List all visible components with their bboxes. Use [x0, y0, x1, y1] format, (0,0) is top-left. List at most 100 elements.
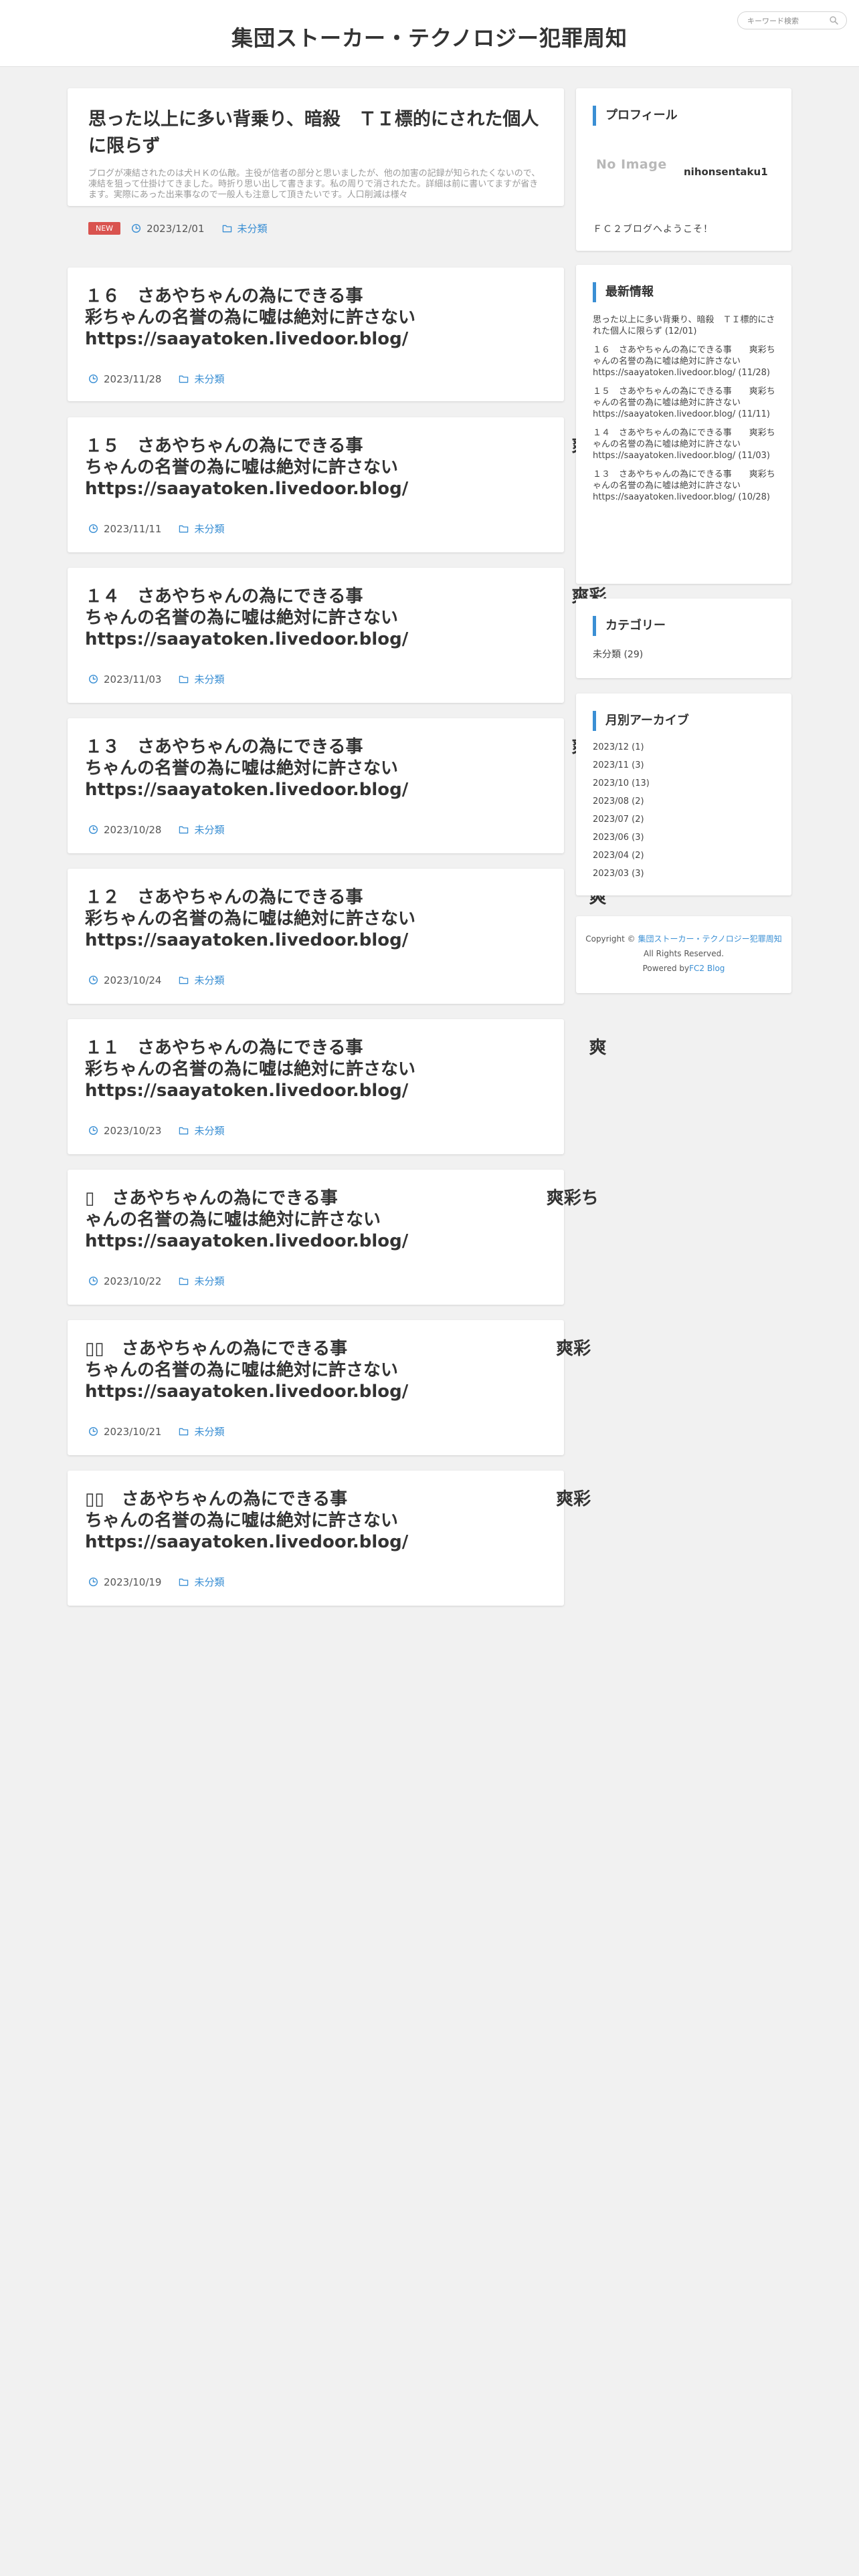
post-title[interactable]: １６ さあやちゃんの為にできる事 爽 彩ちゃんの名誉の為に嘘は絶対に許さない h… [85, 286, 606, 350]
post-date: 2023/10/23 [104, 1124, 162, 1137]
folder-icon [179, 525, 189, 533]
folder-icon [179, 826, 189, 834]
post-date: 2023/10/19 [104, 1576, 162, 1588]
archive-link[interactable]: 2023/03 (3) [593, 869, 650, 887]
post-card: １４ さあやちゃんの為にできる事 爽彩 ちゃんの名誉の為に嘘は絶対に許さない h… [68, 568, 606, 703]
folder-icon [179, 976, 189, 984]
archive-link[interactable]: 2023/10 (13) [593, 778, 650, 796]
post-title[interactable]: １２ さあやちゃんの為にできる事 爽 彩ちゃんの名誉の為に嘘は絶対に許さない h… [85, 887, 606, 951]
post-card: １１ さあやちゃんの為にできる事 爽 彩ちゃんの名誉の為に嘘は絶対に許さない h… [68, 1019, 606, 1154]
profile-widget: プロフィール No Image nihonsentaku1 ＦＣ２ブログへようこ… [576, 88, 791, 251]
archive-link[interactable]: 2023/06 (3) [593, 833, 650, 851]
copyright-line: Copyright © 集団ストーカー・テクノロジー犯罪周知 [576, 932, 791, 946]
archive-link[interactable]: 2023/11 (3) [593, 760, 650, 778]
category-link[interactable]: 未分類 (29) [593, 647, 643, 661]
clock-icon [88, 374, 98, 384]
post-title[interactable]: ▯▯ さあやちゃんの為にできる事 爽彩 ちゃんの名誉の為に嘘は絶対に許さない h… [85, 1489, 591, 1553]
post-category-link[interactable]: 未分類 [194, 973, 224, 987]
post-card: １２ さあやちゃんの為にできる事 爽 彩ちゃんの名誉の為に嘘は絶対に許さない h… [68, 869, 606, 1004]
post-date: 2023/11/11 [104, 522, 162, 535]
post-category-link[interactable]: 未分類 [194, 1424, 224, 1438]
site-home-link[interactable]: 集団ストーカー・テクノロジー犯罪周知 [638, 934, 781, 944]
post-category-link[interactable]: 未分類 [194, 1575, 224, 1589]
profile-avatar: No Image [596, 157, 670, 191]
recent-post-link[interactable]: １５ さあやちゃんの為にできる事 爽彩ちゃんの名誉の為に嘘は絶対に許さないhtt… [593, 386, 777, 420]
clock-icon [88, 674, 98, 684]
post-category-link[interactable]: 未分類 [194, 1274, 224, 1288]
clock-icon [88, 1426, 98, 1436]
categories-widget: カテゴリー 未分類 (29) [576, 599, 791, 678]
post-category-link[interactable]: 未分類 [237, 221, 268, 235]
post-category-link[interactable]: 未分類 [194, 522, 224, 536]
recent-post-link[interactable]: １３ さあやちゃんの為にできる事 爽彩ちゃんの名誉の為に嘘は絶対に許さないhtt… [593, 469, 777, 503]
new-badge: NEW [88, 222, 121, 235]
search-box[interactable] [737, 11, 847, 29]
post-card: ▯ さあやちゃんの為にできる事 爽彩ち ゃんの名誉の為に嘘は絶対に許さない ht… [68, 1170, 599, 1305]
site-header: 集団ストーカー・テクノロジー犯罪周知 [0, 0, 859, 67]
post-date: 2023/10/22 [104, 1275, 162, 1287]
folder-icon [179, 1578, 189, 1586]
profile-heading: プロフィール [593, 106, 678, 126]
post-title[interactable]: ▯ さあやちゃんの為にできる事 爽彩ち ゃんの名誉の為に嘘は絶対に許さない ht… [85, 1188, 599, 1252]
recent-post-link[interactable]: 思った以上に多い背乗り、暗殺 ＴＩ標的にされた個人に限らず (12/01) [593, 314, 777, 337]
post-meta: NEW 2023/12/01 未分類 [88, 221, 268, 235]
archive-link[interactable]: 2023/04 (2) [593, 851, 650, 869]
rights-text: All Rights Reserved. [643, 949, 725, 958]
post-title[interactable]: １３ さあやちゃんの為にできる事 爽彩 ちゃんの名誉の為に嘘は絶対に許さない h… [85, 736, 606, 800]
no-image-placeholder: No Image [596, 157, 667, 172]
post-title[interactable]: １５ さあやちゃんの為にできる事 爽彩 ちゃんの名誉の為に嘘は絶対に許さない h… [85, 435, 606, 500]
post-date: 2023/10/21 [104, 1425, 162, 1438]
post-meta: 2023/10/22 未分類 [88, 1274, 224, 1288]
fc2-blog-link[interactable]: FC2 Blog [689, 964, 725, 973]
post-title[interactable]: １４ さあやちゃんの為にできる事 爽彩 ちゃんの名誉の為に嘘は絶対に許さない h… [85, 586, 606, 650]
post-meta: 2023/11/11 未分類 [88, 522, 224, 536]
post-title[interactable]: ▯▯ さあやちゃんの為にできる事 爽彩 ちゃんの名誉の為に嘘は絶対に許さない h… [85, 1338, 591, 1402]
post-meta: 2023/10/19 未分類 [88, 1575, 224, 1589]
recent-posts-widget: 最新情報 思った以上に多い背乗り、暗殺 ＴＩ標的にされた個人に限らず (12/0… [576, 265, 791, 584]
powered-line: Powered byFC2 Blog [576, 961, 791, 976]
post-card: １５ さあやちゃんの為にできる事 爽彩 ちゃんの名誉の為に嘘は絶対に許さない h… [68, 417, 606, 552]
post-card: ▯▯ さあやちゃんの為にできる事 爽彩 ちゃんの名誉の為に嘘は絶対に許さない h… [68, 1471, 591, 1606]
post-meta: 2023/11/28 未分類 [88, 372, 224, 386]
post-date: 2023/10/24 [104, 974, 162, 986]
post-title[interactable]: １１ さあやちゃんの為にできる事 爽 彩ちゃんの名誉の為に嘘は絶対に許さない h… [85, 1037, 606, 1101]
clock-icon [88, 1276, 98, 1286]
post-category-link[interactable]: 未分類 [194, 1123, 224, 1138]
archive-link[interactable]: 2023/12 (1) [593, 742, 650, 760]
recent-post-link[interactable]: １６ さあやちゃんの為にできる事 爽彩ちゃんの名誉の為に嘘は絶対に許さないhtt… [593, 344, 777, 379]
archives-widget: 月別アーカイブ 2023/12 (1) 2023/11 (3) 2023/10 … [576, 693, 791, 895]
folder-icon [179, 1127, 189, 1135]
clock-icon [88, 1577, 98, 1587]
featured-post-title[interactable]: 思った以上に多い背乗り、暗殺 ＴＩ標的にされた個人に限らず [88, 106, 550, 160]
clock-icon [88, 524, 98, 534]
post-meta: 2023/10/21 未分類 [88, 1424, 224, 1438]
post-card: ▯▯ さあやちゃんの為にできる事 爽彩 ちゃんの名誉の為に嘘は絶対に許さない h… [68, 1320, 591, 1455]
post-category-link[interactable]: 未分類 [194, 823, 224, 837]
post-meta: 2023/10/23 未分類 [88, 1123, 224, 1138]
clock-icon [88, 1125, 98, 1136]
site-title[interactable]: 集団ストーカー・テクノロジー犯罪周知 [0, 21, 859, 52]
folder-icon [222, 225, 231, 233]
archives-list: 2023/12 (1) 2023/11 (3) 2023/10 (13) 202… [593, 742, 650, 887]
post-card: １３ さあやちゃんの為にできる事 爽彩 ちゃんの名誉の為に嘘は絶対に許さない h… [68, 718, 606, 853]
post-date: 2023/10/28 [104, 823, 162, 836]
search-icon[interactable] [830, 16, 838, 25]
clock-icon [88, 975, 98, 985]
categories-heading: カテゴリー [593, 616, 666, 636]
post-date: 2023/12/01 [147, 222, 205, 235]
post-meta: 2023/10/28 未分類 [88, 823, 224, 837]
archive-link[interactable]: 2023/08 (2) [593, 796, 650, 815]
clock-icon [88, 825, 98, 835]
folder-icon [179, 675, 189, 683]
post-date: 2023/11/28 [104, 372, 162, 385]
post-category-link[interactable]: 未分類 [194, 672, 224, 686]
search-input[interactable] [747, 15, 821, 26]
recent-post-link[interactable]: １４ さあやちゃんの為にできる事 爽彩ちゃんの名誉の為に嘘は絶対に許さないhtt… [593, 427, 777, 461]
post-date: 2023/11/03 [104, 673, 162, 685]
copyright-prefix: Copyright © [585, 934, 638, 944]
clock-icon [132, 223, 141, 233]
post-category-link[interactable]: 未分類 [194, 372, 224, 386]
post-card: １６ さあやちゃんの為にできる事 爽 彩ちゃんの名誉の為に嘘は絶対に許さない h… [68, 267, 606, 401]
profile-username: nihonsentaku1 [684, 166, 768, 178]
archive-link[interactable]: 2023/07 (2) [593, 815, 650, 833]
